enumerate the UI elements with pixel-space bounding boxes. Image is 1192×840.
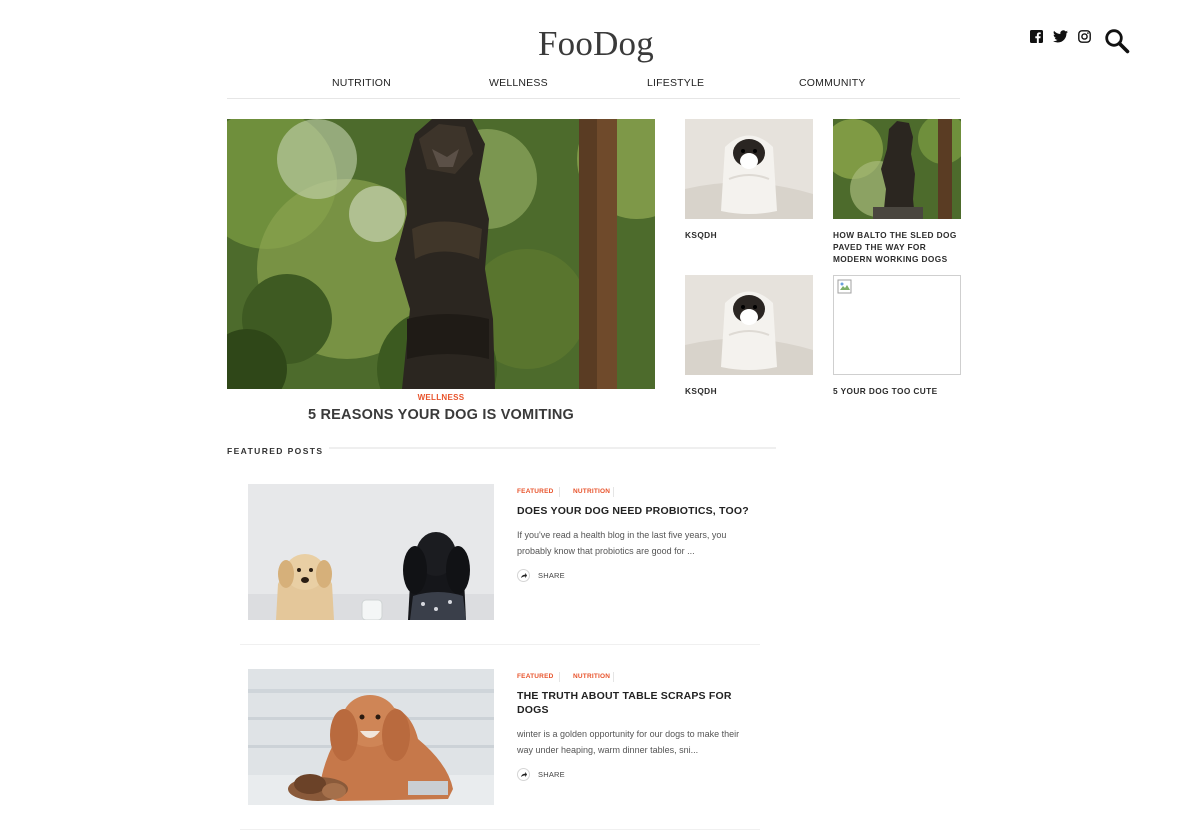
post-image-two-dogs[interactable] <box>248 484 494 620</box>
share-icon <box>517 768 530 781</box>
nav-item-wellness[interactable]: WELLNESS <box>489 77 548 89</box>
post-title[interactable]: DOES YOUR DOG NEED PROBIOTICS, TOO? <box>517 504 757 518</box>
post-image-poodle-bread[interactable] <box>248 669 494 805</box>
search-icon[interactable] <box>1104 28 1130 54</box>
post-category-nutrition[interactable]: NUTRITION <box>573 673 610 680</box>
post-excerpt: If you've read a health blog in the last… <box>517 530 727 556</box>
thumb-image-statue-dog[interactable] <box>833 119 961 219</box>
broken-image-icon <box>837 279 852 294</box>
thumb-title[interactable]: HOW BALTO THE SLED DOG PAVED THE WAY FOR… <box>833 229 963 265</box>
thumb-title[interactable]: 5 YOUR DOG TOO CUTE <box>833 385 963 397</box>
post-excerpt: winter is a golden opportunity for our d… <box>517 729 740 755</box>
main-nav: NUTRITION WELLNESS LIFESTYLE COMMUNITY <box>227 77 960 99</box>
hero-image-statue-dog[interactable] <box>227 119 655 389</box>
share-label: SHARE <box>538 770 565 779</box>
nav-item-community[interactable]: COMMUNITY <box>799 77 866 89</box>
category-separator <box>559 672 560 682</box>
share-icon <box>517 569 530 582</box>
instagram-icon[interactable] <box>1078 30 1091 43</box>
post-title[interactable]: THE TRUTH ABOUT TABLE SCRAPS FOR DOGS <box>517 689 757 717</box>
post-divider <box>240 644 760 645</box>
facebook-icon[interactable] <box>1030 30 1043 43</box>
site-title[interactable]: FooDog <box>0 24 1192 64</box>
post-category-featured[interactable]: FEATURED <box>517 673 554 680</box>
featured-divider <box>329 447 776 449</box>
twitter-icon[interactable] <box>1053 30 1068 43</box>
hero-category[interactable]: WELLNESS <box>227 393 655 402</box>
nav-item-lifestyle[interactable]: LIFESTYLE <box>647 77 704 89</box>
thumb-image-dog-blanket[interactable] <box>685 275 813 375</box>
share-label: SHARE <box>538 571 565 580</box>
thumb-image-broken[interactable] <box>833 275 961 375</box>
thumb-image-dog-blanket[interactable] <box>685 119 813 219</box>
featured-posts-heading: FEATURED POSTS <box>227 446 324 456</box>
category-separator <box>559 487 560 497</box>
post-category-featured[interactable]: FEATURED <box>517 488 554 495</box>
share-button[interactable]: SHARE <box>517 569 565 582</box>
hero-title[interactable]: 5 REASONS YOUR DOG IS VOMITING <box>227 407 655 423</box>
nav-item-nutrition[interactable]: NUTRITION <box>332 77 391 89</box>
post-category-nutrition[interactable]: NUTRITION <box>573 488 610 495</box>
social-links <box>1030 30 1101 43</box>
category-separator <box>613 672 614 682</box>
thumb-title[interactable]: KSQDH <box>685 385 815 397</box>
post-divider <box>240 829 760 830</box>
thumb-title[interactable]: KSQDH <box>685 229 815 241</box>
category-separator <box>613 487 614 497</box>
share-button[interactable]: SHARE <box>517 768 565 781</box>
